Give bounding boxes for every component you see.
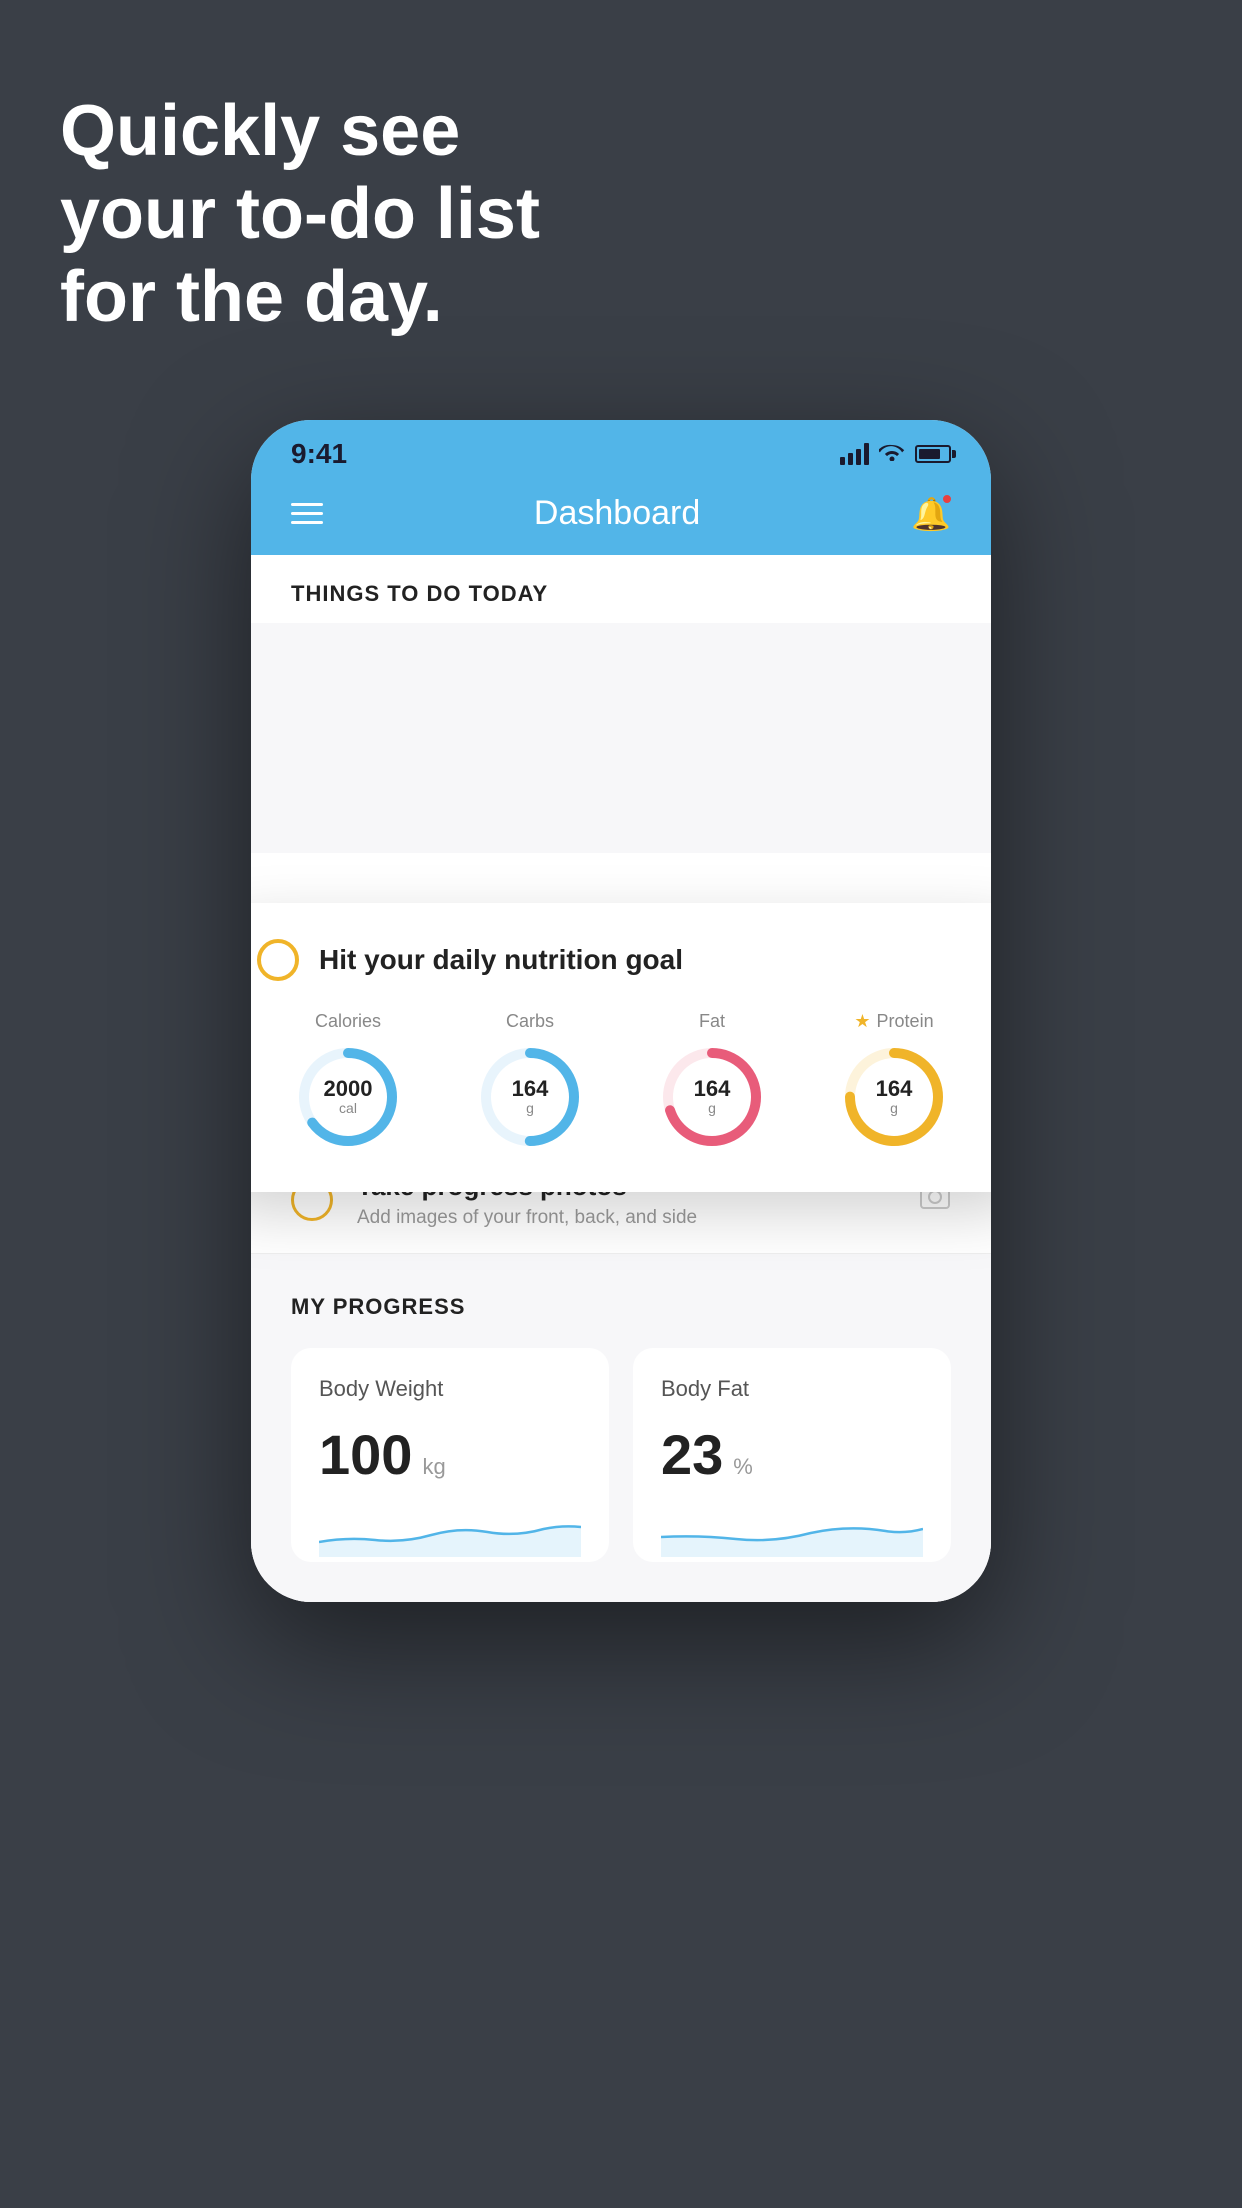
notification-dot bbox=[941, 493, 953, 505]
star-icon: ★ bbox=[854, 1011, 870, 1032]
progress-cards: Body Weight 100 kg B bbox=[291, 1348, 951, 1562]
hero-line3: for the day. bbox=[60, 256, 540, 339]
nutrition-fat: Fat 164 g bbox=[657, 1011, 767, 1152]
things-today-header: THINGS TO DO TODAY bbox=[251, 555, 991, 623]
protein-label: ★ Protein bbox=[854, 1011, 933, 1032]
fat-donut: 164 g bbox=[657, 1042, 767, 1152]
nutrition-calories: Calories 2000 cal bbox=[293, 1011, 403, 1152]
nutrition-protein: ★ Protein 164 g bbox=[839, 1011, 949, 1152]
phone-frame: 9:41 bbox=[251, 420, 991, 1602]
calories-donut: 2000 cal bbox=[293, 1042, 403, 1152]
carbs-donut: 164 g bbox=[475, 1042, 585, 1152]
body-weight-card: Body Weight 100 kg bbox=[291, 1348, 609, 1562]
protein-value: 164 g bbox=[876, 1077, 913, 1117]
calories-value: 2000 cal bbox=[324, 1077, 373, 1117]
todo-subtitle-photos: Add images of your front, back, and side bbox=[357, 1207, 895, 1229]
card-title: Hit your daily nutrition goal bbox=[319, 944, 683, 976]
body-fat-value-row: 23 % bbox=[661, 1422, 923, 1487]
body-weight-value-row: 100 kg bbox=[319, 1422, 581, 1487]
card-circle-check[interactable] bbox=[257, 939, 299, 981]
hero-text: Quickly see your to-do list for the day. bbox=[60, 90, 540, 338]
body-fat-unit: % bbox=[733, 1454, 753, 1480]
progress-title: MY PROGRESS bbox=[291, 1294, 951, 1320]
body-fat-value: 23 bbox=[661, 1422, 723, 1487]
signal-icon bbox=[840, 443, 869, 465]
hero-line2: your to-do list bbox=[60, 173, 540, 256]
carbs-value: 164 g bbox=[512, 1077, 549, 1117]
wifi-icon bbox=[879, 441, 905, 467]
hamburger-menu[interactable] bbox=[291, 503, 323, 524]
status-icons bbox=[840, 441, 951, 467]
body-fat-card: Body Fat 23 % bbox=[633, 1348, 951, 1562]
body-weight-unit: kg bbox=[422, 1454, 445, 1480]
header-title: Dashboard bbox=[534, 494, 700, 533]
card-title-row: Hit your daily nutrition goal bbox=[257, 939, 985, 981]
status-bar: 9:41 bbox=[251, 420, 991, 480]
fat-value: 164 g bbox=[694, 1077, 731, 1117]
nutrition-card: Hit your daily nutrition goal Calories bbox=[251, 903, 991, 1192]
battery-icon bbox=[915, 445, 951, 463]
calories-label: Calories bbox=[315, 1011, 381, 1032]
things-today-title: THINGS TO DO TODAY bbox=[291, 581, 548, 606]
nutrition-row: Calories 2000 cal bbox=[257, 1011, 985, 1152]
protein-donut: 164 g bbox=[839, 1042, 949, 1152]
carbs-label: Carbs bbox=[506, 1011, 554, 1032]
progress-section: MY PROGRESS Body Weight 100 kg bbox=[251, 1254, 991, 1602]
hero-line1: Quickly see bbox=[60, 90, 540, 173]
bell-icon[interactable]: 🔔 bbox=[911, 495, 951, 533]
phone-wrapper: 9:41 bbox=[251, 420, 991, 1602]
status-time: 9:41 bbox=[291, 438, 347, 470]
fat-label: Fat bbox=[699, 1011, 725, 1032]
app-content: THINGS TO DO TODAY Hit your daily nutrit… bbox=[251, 555, 991, 1602]
body-weight-chart bbox=[319, 1507, 581, 1557]
body-weight-card-title: Body Weight bbox=[319, 1376, 581, 1402]
body-weight-value: 100 bbox=[319, 1422, 412, 1487]
nutrition-carbs: Carbs 164 g bbox=[475, 1011, 585, 1152]
app-header: Dashboard 🔔 bbox=[251, 480, 991, 555]
body-fat-chart bbox=[661, 1507, 923, 1557]
body-fat-card-title: Body Fat bbox=[661, 1376, 923, 1402]
